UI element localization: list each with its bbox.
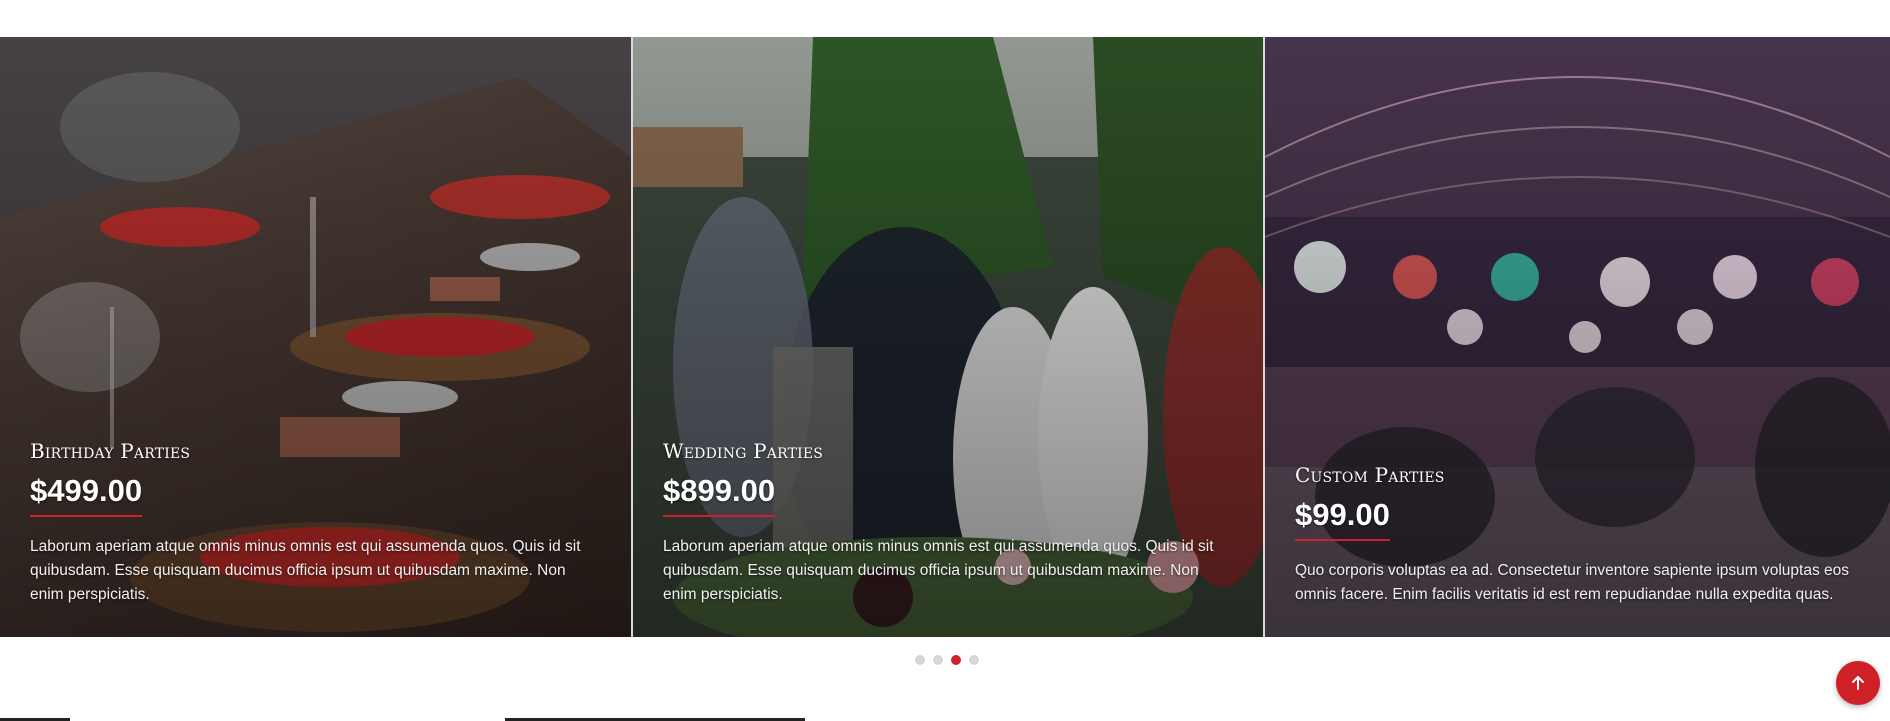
slide-price: $499.00 xyxy=(30,473,143,517)
slide-price: $99.00 xyxy=(1295,497,1390,541)
slide-price: $899.00 xyxy=(663,473,776,517)
pagination-dot-4[interactable] xyxy=(969,655,979,665)
slide-title: Custom Parties xyxy=(1295,463,1445,487)
slide-content: Custom Parties $99.00 Quo corporis volup… xyxy=(1295,463,1862,607)
pagination-dot-1[interactable] xyxy=(915,655,925,665)
events-slider[interactable]: Birthday Parties $499.00 Laborum aperiam… xyxy=(0,37,1890,637)
slide-description: Laborum aperiam atque omnis minus omnis … xyxy=(30,538,581,603)
slide-birthday-parties[interactable]: Birthday Parties $499.00 Laborum aperiam… xyxy=(0,37,631,637)
slider-pagination xyxy=(915,655,979,665)
slide-title: Birthday Parties xyxy=(30,439,191,463)
slide-content: Wedding Parties $899.00 Laborum aperiam … xyxy=(663,439,1235,607)
slide-custom-parties[interactable]: Custom Parties $99.00 Quo corporis volup… xyxy=(1263,37,1890,637)
slide-title: Wedding Parties xyxy=(663,439,824,463)
slide-description: Quo corporis voluptas ea ad. Consectetur… xyxy=(1295,562,1850,603)
back-to-top-button[interactable] xyxy=(1836,661,1880,705)
slide-description: Laborum aperiam atque omnis minus omnis … xyxy=(663,538,1214,603)
slide-wedding-parties[interactable]: Wedding Parties $899.00 Laborum aperiam … xyxy=(631,37,1263,637)
arrow-up-icon xyxy=(1852,676,1864,690)
pagination-dot-2[interactable] xyxy=(933,655,943,665)
pagination-dot-3-active[interactable] xyxy=(951,655,961,665)
slide-content: Birthday Parties $499.00 Laborum aperiam… xyxy=(30,439,603,607)
